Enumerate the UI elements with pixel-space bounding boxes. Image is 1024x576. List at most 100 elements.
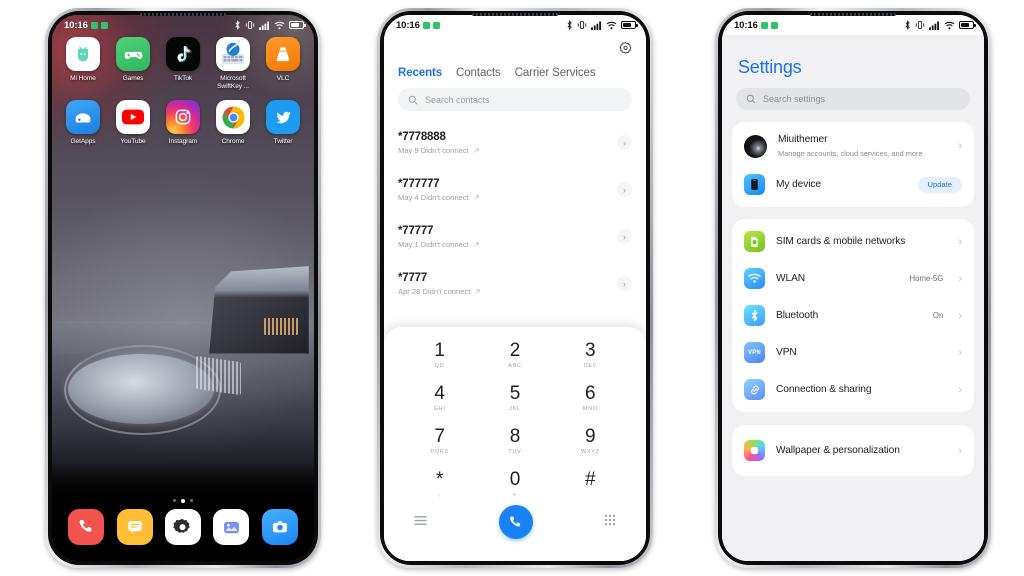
tab-contacts[interactable]: Contacts xyxy=(456,67,501,79)
chevron-right-icon[interactable]: › xyxy=(617,229,632,244)
dialpad-key-hash[interactable]: # xyxy=(553,467,628,501)
dialer-bottom-bar xyxy=(402,501,628,539)
dialpad-key-star[interactable]: *, xyxy=(402,467,477,501)
sidebar-item-account[interactable]: Miuithemer Manage accounts, cloud servic… xyxy=(732,126,974,166)
status-bar: 10:16 xyxy=(52,15,314,35)
table-row[interactable]: *7777 Apr 28 Didn't connect › xyxy=(384,260,646,307)
notification-dot-icon xyxy=(770,21,778,29)
app-chrome[interactable]: Chrome xyxy=(211,100,255,146)
sidebar-item-sim-cards[interactable]: SIM cards & mobile networks › xyxy=(732,223,974,260)
sidebar-item-vpn[interactable]: VPN VPN › xyxy=(732,334,974,371)
phone-home-screen: 10:16 Mi Home Games TikTok Microsoft Swi… xyxy=(45,8,321,568)
outgoing-call-icon xyxy=(475,288,481,294)
dialpad-key-6[interactable]: 6 MNO xyxy=(553,381,628,415)
chevron-right-icon: › xyxy=(958,140,962,153)
gear-icon[interactable] xyxy=(619,41,632,59)
sidebar-item-my-device[interactable]: My device Update xyxy=(732,166,974,203)
gear-icon[interactable] xyxy=(164,509,201,545)
app-vlc[interactable]: VLC xyxy=(261,37,305,91)
dialpad-key-9[interactable]: 9 WXYZ xyxy=(553,424,628,458)
wallpaper-icon xyxy=(744,440,765,462)
device-icon xyxy=(744,174,765,196)
mi-home-icon xyxy=(66,37,100,71)
connectivity-card: SIM cards & mobile networks › WLAN Home-… xyxy=(732,219,974,413)
app-youtube[interactable]: YouTube xyxy=(111,100,155,146)
chevron-right-icon[interactable]: › xyxy=(617,276,632,291)
gallery-icon[interactable] xyxy=(213,509,250,545)
search-settings-input[interactable]: Search settings xyxy=(736,88,970,110)
call-button[interactable] xyxy=(498,505,533,539)
tab-recents[interactable]: Recents xyxy=(398,67,442,79)
earpiece-grille xyxy=(140,13,226,16)
app-getapps[interactable]: GetApps xyxy=(61,100,105,146)
notification-dot-icon xyxy=(760,21,768,29)
app-swiftkey[interactable]: Microsoft SwiftKey ... xyxy=(211,37,255,91)
dialpad-key-1[interactable]: 1 QD xyxy=(402,338,477,372)
vibrate-icon xyxy=(577,21,587,29)
dialpad-key-8[interactable]: 8 TUV xyxy=(477,424,552,458)
dialpad-key-7[interactable]: 7 PQRS xyxy=(402,424,477,458)
getapps-icon xyxy=(66,100,100,135)
status-time: 10:16 xyxy=(64,19,88,31)
vibrate-icon xyxy=(245,21,255,29)
call-number: *7778888 xyxy=(398,130,446,143)
app-twitter[interactable]: Twitter xyxy=(261,100,305,146)
games-icon xyxy=(116,37,150,71)
youtube-icon xyxy=(116,100,150,135)
hamburger-icon[interactable] xyxy=(414,513,427,531)
sidebar-item-wlan[interactable]: WLAN Home-5G › xyxy=(732,260,974,297)
app-tiktok[interactable]: TikTok xyxy=(161,37,205,91)
app-label: YouTube xyxy=(120,138,146,146)
chevron-right-icon[interactable]: › xyxy=(617,135,632,150)
status-time: 10:16 xyxy=(396,19,420,31)
sidebar-item-connection-sharing[interactable]: Connection & sharing › xyxy=(732,371,974,408)
app-mi-home[interactable]: Mi Home xyxy=(61,37,105,91)
signal-icon xyxy=(929,20,939,30)
phone1-screen: 10:16 Mi Home Games TikTok Microsoft Swi… xyxy=(52,15,314,561)
dialpad-key-5[interactable]: 5 JKL xyxy=(477,381,552,415)
dialer-tabs: Recents Contacts Carrier Services xyxy=(384,59,646,79)
bluetooth-icon xyxy=(235,20,240,30)
app-games[interactable]: Games xyxy=(111,37,155,91)
dialpad-key-4[interactable]: 4 GHI xyxy=(402,381,477,415)
chevron-right-icon: › xyxy=(958,346,962,359)
dialpad-key-3[interactable]: 3 DEF xyxy=(553,338,628,372)
chevron-right-icon[interactable]: › xyxy=(617,182,632,197)
dialpad-key-0[interactable]: 0 + xyxy=(477,467,552,501)
personalization-card: Wallpaper & personalization › xyxy=(732,425,974,477)
bluetooth-label: Bluetooth xyxy=(776,309,819,321)
phone-icon[interactable] xyxy=(68,509,105,545)
call-detail: May 1 Didn't connect xyxy=(398,240,480,249)
sidebar-item-wallpaper[interactable]: Wallpaper & personalization › xyxy=(732,429,974,472)
page-indicator[interactable] xyxy=(52,499,314,503)
phone3-screen: 10:16 Settings Search settings Miuitheme… xyxy=(722,15,984,561)
outgoing-call-icon xyxy=(474,194,479,200)
notification-dot-icon xyxy=(90,21,98,29)
camera-icon[interactable] xyxy=(261,509,298,545)
swiftkey-icon xyxy=(216,37,250,71)
table-row[interactable]: *77777 May 1 Didn't connect › xyxy=(384,213,646,260)
avatar xyxy=(744,134,767,158)
call-number: *777777 xyxy=(398,177,440,190)
call-number: *77777 xyxy=(398,224,434,237)
update-badge[interactable]: Update xyxy=(917,176,962,193)
table-row[interactable]: *7778888 May 9 Didn't connect › xyxy=(384,119,646,166)
sidebar-item-bluetooth[interactable]: Bluetooth On › xyxy=(732,297,974,334)
call-detail: May 9 Didn't connect xyxy=(398,146,480,155)
battery-icon xyxy=(621,21,638,29)
dialpad-icon[interactable] xyxy=(604,513,616,531)
table-row[interactable]: *777777 May 4 Didn't connect › xyxy=(384,166,646,213)
screenshot-stage: 10:16 Mi Home Games TikTok Microsoft Swi… xyxy=(0,0,1024,576)
signal-icon xyxy=(259,20,269,30)
messages-icon[interactable] xyxy=(116,509,153,545)
call-detail: May 4 Didn't connect xyxy=(398,193,480,202)
notification-dot-icon xyxy=(422,21,430,29)
link-icon xyxy=(744,379,765,401)
tab-carrier-services[interactable]: Carrier Services xyxy=(515,67,596,79)
dialpad-key-2[interactable]: 2 ABC xyxy=(477,338,552,372)
vpn-icon: VPN xyxy=(744,342,765,364)
app-instagram[interactable]: Instagram xyxy=(161,100,205,146)
chevron-right-icon: › xyxy=(958,383,962,396)
battery-icon xyxy=(959,21,976,29)
search-contacts-input[interactable]: Search contacts xyxy=(398,88,632,111)
